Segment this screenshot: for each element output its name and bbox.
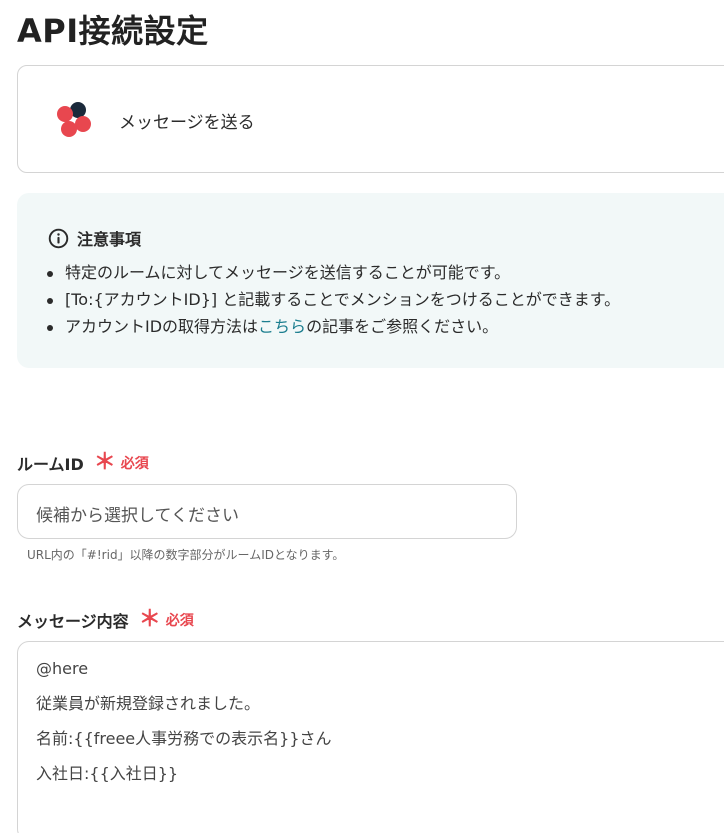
- notice-title: 注意事項: [77, 230, 142, 249]
- notice-list: 特定のルームに対してメッセージを送信することが可能です。 [To:{アカウントI…: [45, 259, 620, 340]
- required-asterisk-icon: ＊: [138, 607, 161, 632]
- message-line: 入社日:{{入社日}}: [36, 764, 179, 783]
- app-action-label: メッセージを送る: [119, 113, 255, 133]
- notice-item-prefix: アカウントIDの取得方法は: [65, 317, 259, 336]
- chatwork-logo-icon: [57, 102, 91, 137]
- notice-item: 特定のルームに対してメッセージを送信することが可能です。: [45, 259, 620, 286]
- notice-item: アカウントIDの取得方法はこちらの記事をご参照ください。: [45, 313, 620, 340]
- required-badge: 必須: [120, 456, 149, 472]
- required-badge: 必須: [165, 613, 194, 629]
- info-icon: [48, 228, 69, 248]
- room-id-select[interactable]: 候補から選択してください: [17, 484, 517, 539]
- room-id-placeholder: 候補から選択してください: [36, 506, 239, 526]
- page-title: API接続設定: [17, 12, 209, 50]
- message-line: 名前:{{freee人事労務での表示名}}さん: [36, 729, 332, 748]
- message-line: 従業員が新規登録されました。: [36, 694, 261, 713]
- notice-box: 注意事項 特定のルームに対してメッセージを送信することが可能です。 [To:{ア…: [17, 193, 724, 368]
- notice-header: 注意事項: [48, 226, 141, 250]
- message-label-text: メッセージ内容: [17, 612, 129, 631]
- required-asterisk-icon: ＊: [93, 450, 116, 475]
- article-link[interactable]: こちら: [258, 317, 306, 336]
- room-id-hint: URL内の「#!rid」以降の数字部分がルームIDとなります。: [27, 548, 345, 562]
- message-content: @here 従業員が新規登録されました。 名前:{{freee人事労務での表示名…: [36, 658, 332, 798]
- message-label: メッセージ内容 ＊ 必須: [17, 608, 194, 632]
- message-line: @here: [36, 659, 89, 678]
- message-textarea[interactable]: @here 従業員が新規登録されました。 名前:{{freee人事労務での表示名…: [17, 641, 724, 833]
- room-id-label-text: ルームID: [17, 455, 84, 474]
- notice-item: [To:{アカウントID}] と記載することでメンションをつけることができます。: [45, 286, 620, 313]
- notice-item-suffix: の記事をご参照ください。: [306, 317, 499, 336]
- app-action-card[interactable]: メッセージを送る: [17, 65, 724, 173]
- room-id-label: ルームID ＊ 必須: [17, 451, 149, 475]
